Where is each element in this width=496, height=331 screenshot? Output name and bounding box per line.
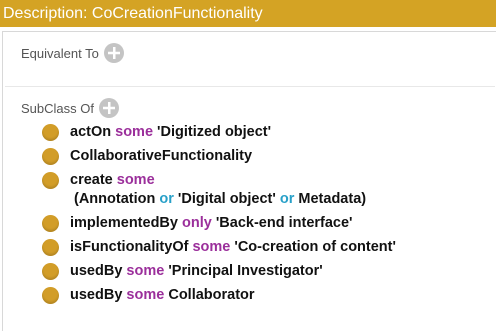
or-keyword: or [279, 191, 295, 207]
equivalent-to-label: Equivalent To [21, 45, 99, 61]
restriction-keyword: some [126, 287, 165, 303]
filler-class: 'Co-creation of content' [234, 239, 396, 255]
filler-class: Metadata) [298, 191, 367, 207]
filler-class: 'Back-end interface' [215, 215, 353, 231]
axiom-row[interactable]: usedBy some Collaborator [42, 286, 396, 305]
axiom-row[interactable]: implementedBy only 'Back-end interface' [42, 214, 396, 233]
axiom-row[interactable]: create some (Annotation or 'Digital obje… [42, 171, 396, 209]
class-bullet-icon [42, 239, 59, 256]
filler-class: 'Digitized object' [157, 124, 272, 140]
subclass-of-header: SubClass Of [21, 98, 119, 118]
property-name: isFunctionalityOf [70, 239, 189, 255]
or-keyword: or [159, 191, 174, 207]
add-subclass-button[interactable] [98, 98, 119, 118]
view-title-text: Description: CoCreationFunctionality [3, 5, 263, 22]
axiom-row[interactable]: CollaborativeFunctionality [42, 147, 396, 166]
property-name: implementedBy [70, 215, 178, 231]
class-bullet-icon [42, 124, 59, 141]
axiom-row[interactable]: actOn some 'Digitized object' [42, 123, 396, 142]
property-name: usedBy [70, 263, 123, 279]
property-name: usedBy [70, 287, 123, 303]
class-bullet-icon [42, 215, 59, 232]
restriction-keyword: some [115, 124, 154, 140]
filler-class: 'Principal Investigator' [168, 263, 323, 279]
class-bullet-icon [42, 172, 59, 189]
plus-circle-icon [102, 102, 115, 114]
subclass-of-label: SubClass Of [21, 100, 94, 116]
plus-circle-icon [107, 47, 120, 59]
filler-class: (Annotation [74, 191, 156, 207]
axiom-row[interactable]: usedBy some 'Principal Investigator' [42, 262, 396, 281]
filler-class: Collaborator [168, 287, 255, 303]
restriction-keyword: only [182, 215, 212, 231]
equivalent-to-header: Equivalent To [21, 43, 124, 63]
restriction-keyword: some [116, 172, 155, 188]
property-name: actOn [70, 124, 112, 140]
property-name: create [70, 172, 113, 188]
class-bullet-icon [42, 287, 59, 304]
class-name: CollaborativeFunctionality [70, 148, 253, 164]
restriction-keyword: some [126, 263, 165, 279]
restriction-keyword: some [192, 239, 231, 255]
axiom-row[interactable]: isFunctionalityOf some 'Co-creation of c… [42, 238, 396, 257]
class-bullet-icon [42, 148, 59, 165]
section-divider [5, 86, 495, 87]
add-equivalent-button[interactable] [103, 43, 124, 63]
filler-class: 'Digital object' [177, 191, 276, 207]
view-title: Description: CoCreationFunctionality [0, 0, 496, 27]
class-bullet-icon [42, 263, 59, 280]
union-expression: (Annotation or 'Digital object' or Metad… [70, 190, 396, 209]
subclass-axiom-list: actOn some 'Digitized object' Collaborat… [42, 123, 396, 310]
